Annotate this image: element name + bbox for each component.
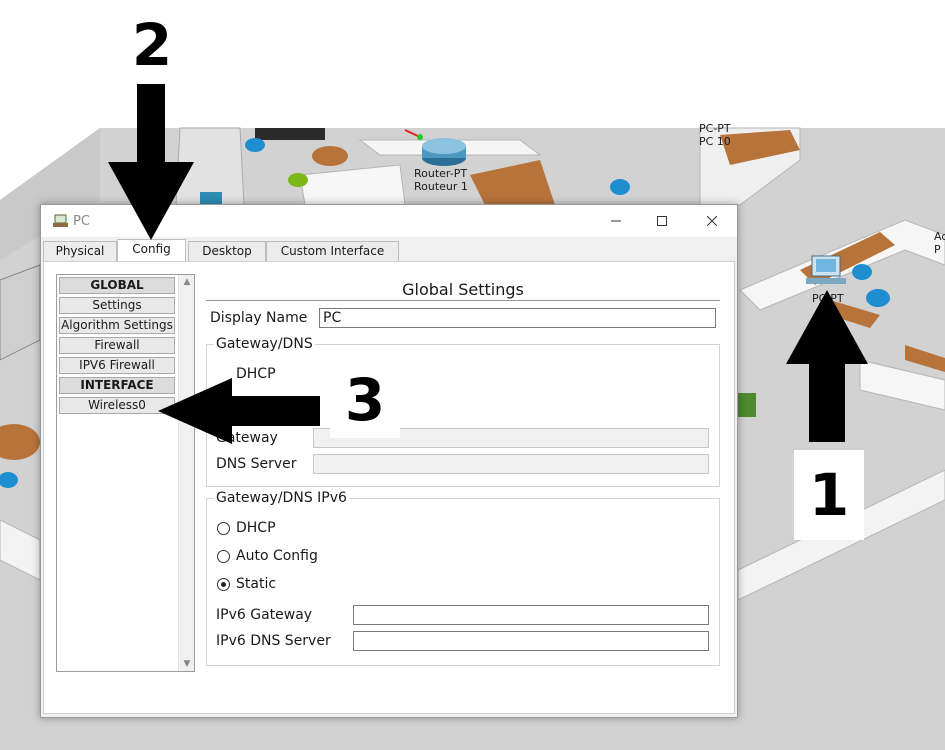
pc-app-icon [53, 214, 68, 227]
round-table [312, 146, 348, 166]
nav-item-ipv6-firewall[interactable]: IPV6 Firewall [59, 357, 175, 374]
ipv6-dns-server-label: IPv6 DNS Server [216, 633, 331, 649]
tab-bar: Physical Config Desktop Custom Interface [41, 239, 737, 261]
minimize-icon [611, 220, 621, 221]
ipv6-dns-server-input[interactable] [353, 631, 709, 651]
ipv6-dhcp-radio[interactable] [217, 522, 230, 535]
maximize-button[interactable] [639, 205, 685, 237]
config-tab-content: GLOBAL Settings Algorithm Settings Firew… [43, 261, 735, 714]
tab-physical[interactable]: Physical [43, 241, 117, 261]
pc-config-window: PC Physical Config Desktop Custom Interf… [40, 204, 738, 718]
window-title: PC [73, 214, 90, 229]
chair-3 [852, 264, 872, 280]
title-divider [206, 300, 720, 301]
radio-selected-dot [221, 582, 226, 587]
access-point-label: Ac P [934, 230, 945, 256]
close-button[interactable] [689, 205, 735, 237]
gateway-dns-legend: Gateway/DNS [214, 336, 315, 352]
tab-custom-interface[interactable]: Custom Interface [266, 241, 399, 261]
router-label: Router-PT Routeur 1 [414, 167, 468, 193]
dns-server-label: DNS Server [216, 456, 297, 472]
pc-device-icon[interactable] [806, 255, 846, 284]
nav-item-algorithm-settings[interactable]: Algorithm Settings [59, 317, 175, 334]
chair-4 [866, 289, 890, 307]
link-led [417, 134, 423, 140]
chair-green [288, 173, 308, 187]
tab-desktop[interactable]: Desktop [188, 241, 266, 261]
nav-item-settings[interactable]: Settings [59, 297, 175, 314]
minimize-button[interactable] [593, 205, 639, 237]
close-icon [706, 215, 718, 226]
annotation-number-1: 1 [794, 450, 864, 540]
ipv6-static-label: Static [236, 576, 277, 592]
ipv6-auto-config-radio[interactable] [217, 550, 230, 563]
dns-server-input[interactable] [313, 454, 709, 474]
chair-2 [610, 179, 630, 195]
scroll-down-icon[interactable]: ▼ [179, 659, 195, 669]
ipv6-gateway-input[interactable] [353, 605, 709, 625]
nav-header-global: GLOBAL [59, 277, 175, 294]
panel-title: Global Settings [402, 280, 524, 299]
green-mat [738, 393, 756, 417]
annotation-arrow-left [158, 378, 320, 444]
pc10-label: PC-PT PC 10 [699, 122, 731, 148]
maximize-icon [657, 215, 667, 226]
annotation-number-2: 2 [131, 11, 173, 79]
dark-desk [255, 128, 325, 140]
annotation-number-3: 3 [330, 362, 400, 438]
ipv6-static-radio[interactable] [217, 578, 230, 591]
annotation-arrow-down [108, 84, 194, 240]
scroll-up-icon[interactable]: ▲ [179, 277, 195, 287]
annotation-arrow-up [786, 290, 868, 442]
display-name-label: Display Name [210, 310, 308, 326]
tab-config[interactable]: Config [117, 239, 186, 261]
teal-box [200, 192, 222, 204]
chair-1 [245, 138, 265, 152]
display-name-input[interactable]: PC [319, 308, 716, 328]
ipv6-dhcp-label: DHCP [236, 520, 276, 536]
ipv6-gateway-label: IPv6 Gateway [216, 607, 313, 623]
router-icon[interactable] [422, 138, 466, 166]
nav-scrollbar[interactable]: ▲ ▼ [178, 275, 194, 671]
gateway-dns-ipv6-legend: Gateway/DNS IPv6 [214, 490, 349, 506]
nav-item-firewall[interactable]: Firewall [59, 337, 175, 354]
config-nav-list: GLOBAL Settings Algorithm Settings Firew… [56, 274, 195, 672]
ipv6-auto-config-label: Auto Config [236, 548, 318, 564]
